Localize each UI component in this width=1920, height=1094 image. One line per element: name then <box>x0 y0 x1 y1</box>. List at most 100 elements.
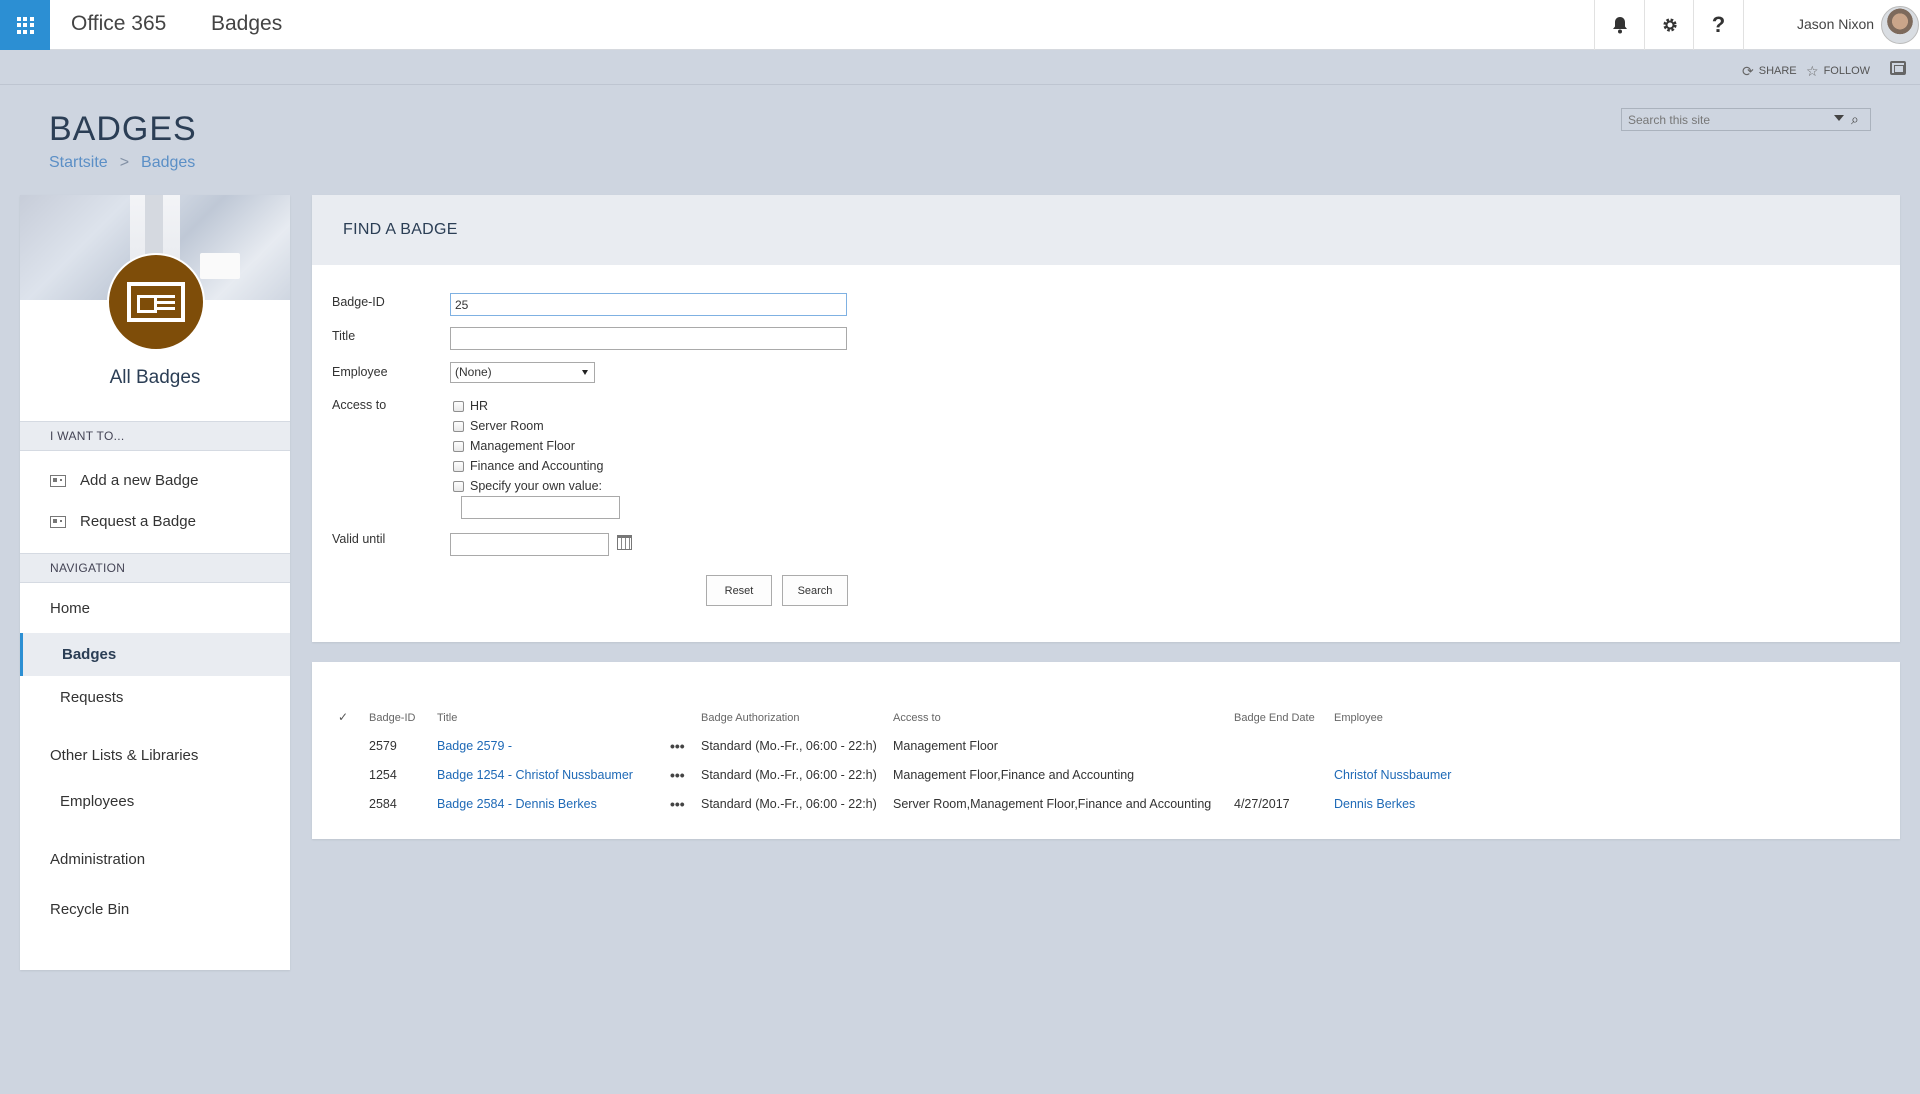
chevron-down-icon[interactable] <box>1834 115 1844 121</box>
app-launcher-button[interactable] <box>0 0 50 50</box>
add-badge-label: Add a new Badge <box>80 472 199 489</box>
badge-id-label: Badge-ID <box>332 295 385 309</box>
app-title[interactable]: Badges <box>211 12 282 36</box>
nav-item-employees[interactable]: Employees <box>20 793 290 810</box>
table-cell-employee-link[interactable]: Christof Nussbaumer <box>1334 768 1451 782</box>
search-input[interactable] <box>1622 109 1827 130</box>
table-cell-id: 2584 <box>369 797 397 811</box>
table-cell-employee-link[interactable]: Dennis Berkes <box>1334 797 1415 811</box>
brand-link[interactable]: Office 365 <box>71 12 166 36</box>
employee-label: Employee <box>332 365 388 379</box>
access-option-label: HR <box>470 399 489 413</box>
table-cell-auth: Standard (Mo.-Fr., 06:00 - 22:h) <box>701 739 877 753</box>
more-options-icon[interactable]: ••• <box>670 738 685 754</box>
page-title: BADGES <box>49 110 197 148</box>
request-badge-link[interactable]: Request a Badge <box>50 513 196 530</box>
checkbox[interactable] <box>453 460 464 472</box>
column-header-authorization[interactable]: Badge Authorization <box>701 712 799 724</box>
table-cell-auth: Standard (Mo.-Fr., 06:00 - 22:h) <box>701 768 877 782</box>
bell-icon <box>1612 17 1627 34</box>
employee-select-value: (None) <box>455 365 492 379</box>
search-button[interactable]: Search <box>782 575 848 606</box>
employee-select[interactable]: (None) <box>450 362 595 383</box>
access-option-hr[interactable]: HR <box>453 399 488 413</box>
results-panel: ✓ Badge-ID Title Badge Authorization Acc… <box>312 662 1900 839</box>
nav-item-home[interactable]: Home <box>20 600 290 617</box>
badge-id-input[interactable] <box>450 293 847 316</box>
user-name: Jason Nixon <box>1797 16 1875 32</box>
select-all-check-icon[interactable]: ✓ <box>338 710 348 724</box>
find-badge-header: FIND A BADGE <box>312 195 1900 265</box>
calendar-icon[interactable] <box>617 535 632 550</box>
help-button[interactable]: ? <box>1693 0 1743 50</box>
question-icon: ? <box>1711 12 1726 37</box>
column-header-employee[interactable]: Employee <box>1334 712 1383 724</box>
breadcrumb-link-badges[interactable]: Badges <box>141 154 195 172</box>
column-header-title[interactable]: Title <box>437 712 457 724</box>
checkbox[interactable] <box>453 480 464 492</box>
nav-item-recycle-bin[interactable]: Recycle Bin <box>20 901 290 918</box>
table-cell-end-date: 4/27/2017 <box>1234 797 1290 811</box>
access-option-own-value[interactable]: Specify your own value: <box>453 479 602 493</box>
table-cell-id: 1254 <box>369 768 397 782</box>
breadcrumb-link-startsite[interactable]: Startsite <box>49 154 108 172</box>
table-cell-access: Management Floor <box>893 739 998 753</box>
access-option-label: Finance and Accounting <box>470 459 604 473</box>
access-to-label: Access to <box>332 398 387 412</box>
chevron-down-icon <box>582 370 588 375</box>
column-header-access-to[interactable]: Access to <box>893 712 941 724</box>
gear-icon <box>1662 18 1677 32</box>
reset-button[interactable]: Reset <box>706 575 772 606</box>
star-icon: ☆ <box>1806 62 1819 79</box>
column-header-end-date[interactable]: Badge End Date <box>1234 712 1315 724</box>
checkbox[interactable] <box>453 400 464 412</box>
user-menu[interactable]: Jason Nixon <box>1743 0 1920 50</box>
access-option-label: Management Floor <box>470 439 575 453</box>
access-option-server-room[interactable]: Server Room <box>453 419 544 433</box>
id-card-icon <box>127 282 185 322</box>
find-badge-panel: FIND A BADGE Badge-ID Title Employee (No… <box>312 195 1900 642</box>
checkbox[interactable] <box>453 420 464 432</box>
add-badge-link[interactable]: Add a new Badge <box>50 472 198 489</box>
checkbox[interactable] <box>453 440 464 452</box>
title-label: Title <box>332 329 356 343</box>
table-cell-title-link[interactable]: Badge 1254 - Christof Nussbaumer <box>437 768 633 782</box>
sidebar-title[interactable]: All Badges <box>20 367 290 389</box>
i-want-to-heading: I WANT TO... <box>20 421 290 451</box>
title-input[interactable] <box>450 327 847 350</box>
column-header-badge-id[interactable]: Badge-ID <box>369 712 415 724</box>
site-search: ⌕ <box>1621 108 1871 131</box>
valid-until-input[interactable] <box>450 533 609 556</box>
more-options-icon[interactable]: ••• <box>670 767 685 783</box>
more-options-icon[interactable]: ••• <box>670 796 685 812</box>
nav-item-administration[interactable]: Administration <box>20 851 290 868</box>
settings-button[interactable] <box>1644 0 1694 50</box>
nav-item-requests[interactable]: Requests <box>20 689 290 706</box>
request-badge-label: Request a Badge <box>80 513 196 530</box>
access-option-finance[interactable]: Finance and Accounting <box>453 459 603 473</box>
nav-item-other-lists[interactable]: Other Lists & Libraries <box>20 747 290 764</box>
follow-label: FOLLOW <box>1823 65 1871 77</box>
own-value-input[interactable] <box>461 496 620 519</box>
share-icon: ⟳ <box>1742 62 1754 79</box>
share-button[interactable]: ⟳ SHARE <box>1742 62 1797 80</box>
find-badge-title: FIND A BADGE <box>343 221 458 238</box>
id-card-icon <box>50 515 66 528</box>
badge-logo <box>107 253 205 351</box>
access-option-management-floor[interactable]: Management Floor <box>453 439 575 453</box>
nav-item-badges[interactable]: Badges <box>20 633 290 676</box>
access-option-label: Specify your own value: <box>470 479 603 493</box>
table-cell-title-link[interactable]: Badge 2584 - Dennis Berkes <box>437 797 597 811</box>
avatar <box>1881 6 1919 44</box>
table-cell-auth: Standard (Mo.-Fr., 06:00 - 22:h) <box>701 797 877 811</box>
table-cell-access: Management Floor,Finance and Accounting <box>893 768 1135 782</box>
notifications-button[interactable] <box>1594 0 1644 50</box>
follow-button[interactable]: ☆ FOLLOW <box>1806 62 1870 80</box>
valid-until-label: Valid until <box>332 532 386 546</box>
table-cell-title-link[interactable]: Badge 2579 - <box>437 739 512 753</box>
focus-on-content-icon[interactable] <box>1890 61 1906 75</box>
waffle-icon <box>16 16 34 34</box>
suite-bar: Office 365 Badges ? Jason Nixon <box>0 0 1920 50</box>
search-icon[interactable]: ⌕ <box>1851 111 1859 128</box>
navigation-heading: NAVIGATION <box>20 553 290 583</box>
